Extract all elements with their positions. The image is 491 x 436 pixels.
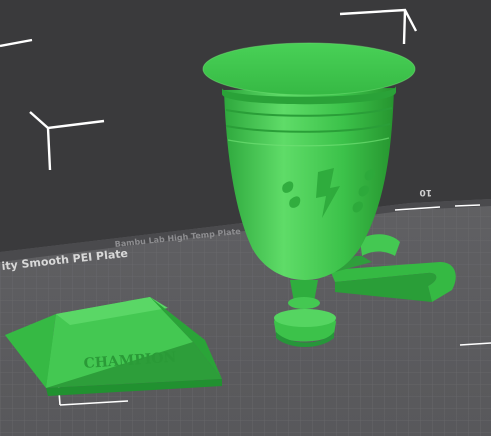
bed-number: 10 — [419, 187, 432, 197]
axis-marker-top-right — [339, 8, 418, 45]
axis-marker-mid-left — [29, 111, 105, 171]
axis-marker-left — [0, 38, 33, 48]
3d-viewport[interactable]: ity Smooth PEI Plate Bambu Lab High Temp… — [0, 0, 491, 436]
scene[interactable]: ity Smooth PEI Plate Bambu Lab High Temp… — [0, 0, 491, 436]
